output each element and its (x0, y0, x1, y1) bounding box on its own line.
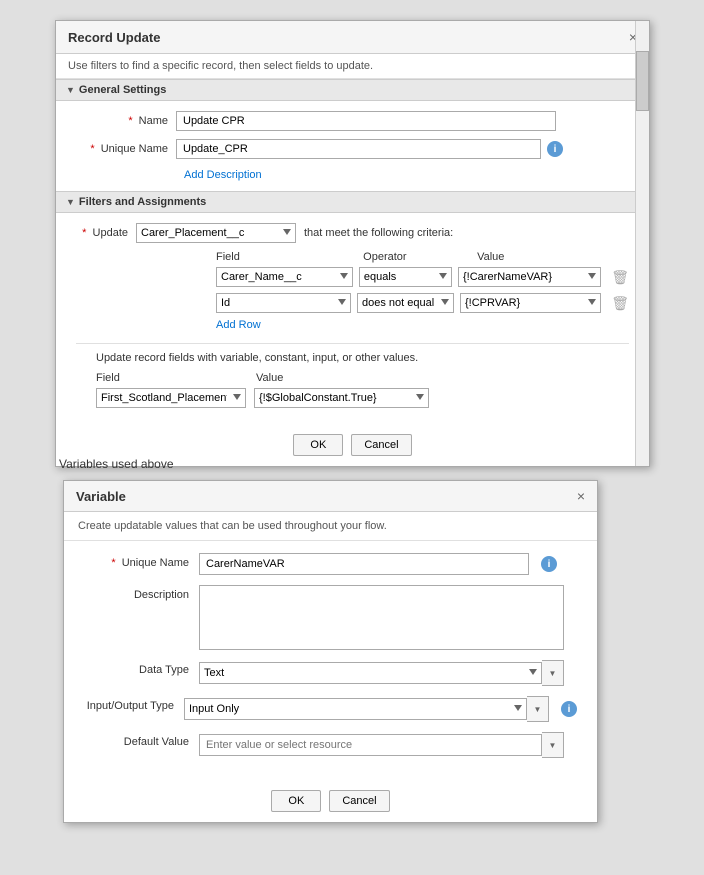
var-form-section: * Unique Name i Description Data Type Te… (64, 541, 597, 780)
var-description-label: Description (84, 585, 199, 601)
name-required-star: * (128, 115, 132, 127)
var-default-dropdown-icon: ▼ (549, 741, 557, 750)
var-input-output-select-group: Input Only Output Only Input and Output … (184, 696, 549, 722)
update-field-1[interactable]: First_Scotland_Placement__c (96, 388, 246, 408)
var-input-output-info-icon[interactable]: i (561, 701, 577, 717)
scrollbar[interactable] (635, 21, 649, 466)
criteria-text: that meet the following criteria: (304, 227, 453, 239)
var-unique-name-input[interactable] (199, 553, 529, 575)
name-label: * Name (76, 115, 176, 127)
record-update-dialog: Record Update × Use filters to find a sp… (55, 20, 650, 467)
filter-value-1[interactable]: {!CarerNameVAR} (458, 267, 601, 287)
field-header-operator: Operator (363, 251, 477, 263)
general-settings-header: ▼ General Settings (56, 79, 649, 101)
filter-row-1: Carer_Name__c equals {!CarerNameVAR} 🗑 (216, 267, 629, 287)
update-header-field: Field (96, 372, 256, 384)
record-update-title-bar: Record Update × (56, 21, 649, 54)
general-settings-section: * Name * Unique Name i Add Description (56, 101, 649, 191)
update-fields-desc: Update record fields with variable, cons… (96, 352, 629, 364)
var-cancel-button[interactable]: Cancel (329, 790, 389, 812)
unique-name-info-icon[interactable]: i (547, 141, 563, 157)
var-input-output-select[interactable]: Input Only Output Only Input and Output … (184, 698, 527, 720)
update-field-headers: Field Value (96, 372, 629, 384)
var-input-output-label: Input/Output Type (84, 696, 184, 712)
filter-delete-2[interactable]: 🗑 (611, 295, 629, 312)
unique-name-input[interactable] (176, 139, 541, 159)
filters-section: * Update Carer_Placement__c that meet th… (56, 213, 649, 424)
var-input-output-dropdown-btn[interactable]: ▼ (527, 696, 549, 722)
filter-row-2: Id does not equal {!CPRVAR} 🗑 (216, 293, 629, 313)
var-dialog-title-bar: Variable × (64, 481, 597, 512)
var-unique-name-info-icon[interactable]: i (541, 556, 557, 572)
divider (76, 343, 629, 344)
name-row: * Name (76, 111, 629, 131)
unique-name-label: * Unique Name (76, 143, 176, 155)
filter-value-2[interactable]: {!CPRVAR} (460, 293, 601, 313)
var-unique-name-row: * Unique Name i (84, 553, 577, 575)
var-dialog-footer: OK Cancel (64, 780, 597, 822)
var-default-value-row: Default Value ▼ (84, 732, 577, 758)
filter-operator-1[interactable]: equals (359, 267, 452, 287)
filter-delete-1[interactable]: 🗑 (611, 269, 629, 286)
update-header-value: Value (256, 372, 456, 384)
filter-operator-2[interactable]: does not equal (357, 293, 454, 313)
var-unique-name-group: i (199, 553, 557, 575)
var-unique-name-label: * Unique Name (84, 553, 199, 569)
var-description-row: Description (84, 585, 577, 650)
var-data-type-group: Text Number Currency Date DateTime Boole… (199, 660, 564, 686)
var-dialog-title: Variable (76, 489, 126, 504)
var-input-output-row: Input/Output Type Input Only Output Only… (84, 696, 577, 722)
unique-name-row: * Unique Name i (76, 139, 629, 159)
var-dialog-subtitle: Create updatable values that can be used… (64, 512, 597, 541)
var-description-textarea[interactable] (199, 585, 564, 650)
variable-dialog: Variable × Create updatable values that … (63, 480, 598, 823)
var-data-type-dropdown-btn[interactable]: ▼ (542, 660, 564, 686)
var-default-value-group: ▼ (199, 732, 564, 758)
add-row-link[interactable]: Add Row (216, 319, 629, 331)
record-update-subtitle: Use filters to find a specific record, t… (56, 54, 649, 79)
var-default-value-dropdown-btn[interactable]: ▼ (542, 732, 564, 758)
var-default-value-label: Default Value (84, 732, 199, 748)
var-data-type-select[interactable]: Text Number Currency Date DateTime Boole… (199, 662, 542, 684)
var-data-type-row: Data Type Text Number Currency Date Date… (84, 660, 577, 686)
record-update-ok-button[interactable]: OK (293, 434, 343, 456)
record-update-title: Record Update (68, 30, 160, 45)
update-field-row-1: First_Scotland_Placement__c {!$GlobalCon… (96, 388, 629, 408)
update-required-star: * (82, 227, 86, 239)
filter-field-2[interactable]: Id (216, 293, 351, 313)
filters-triangle: ▼ (66, 197, 75, 207)
filters-assignments-header: ▼ Filters and Assignments (56, 191, 649, 213)
unique-name-required-star: * (90, 143, 94, 155)
filter-field-1[interactable]: Carer_Name__c (216, 267, 353, 287)
filters-assignments-label: Filters and Assignments (79, 196, 206, 208)
field-headers: Field Operator Value (216, 251, 629, 263)
update-object-row: * Update Carer_Placement__c that meet th… (76, 223, 629, 243)
var-default-value-input[interactable] (199, 734, 542, 756)
field-header-field: Field (216, 251, 363, 263)
variables-label: Variables used above (59, 457, 174, 471)
var-data-type-label: Data Type (84, 660, 199, 676)
var-input-output-group: Input Only Output Only Input and Output … (184, 696, 577, 722)
update-value-1[interactable]: {!$GlobalConstant.True} (254, 388, 429, 408)
name-input[interactable] (176, 111, 556, 131)
var-required-star: * (111, 557, 115, 569)
general-settings-triangle: ▼ (66, 85, 75, 95)
update-object-select[interactable]: Carer_Placement__c (136, 223, 296, 243)
add-description-link[interactable]: Add Description (184, 169, 262, 181)
scrollbar-thumb (636, 51, 649, 111)
field-header-value: Value (477, 251, 629, 263)
var-dialog-close-button[interactable]: × (577, 488, 585, 504)
record-update-cancel-button[interactable]: Cancel (351, 434, 411, 456)
general-settings-label: General Settings (79, 84, 166, 96)
update-label: Update (93, 227, 128, 239)
var-ok-button[interactable]: OK (271, 790, 321, 812)
